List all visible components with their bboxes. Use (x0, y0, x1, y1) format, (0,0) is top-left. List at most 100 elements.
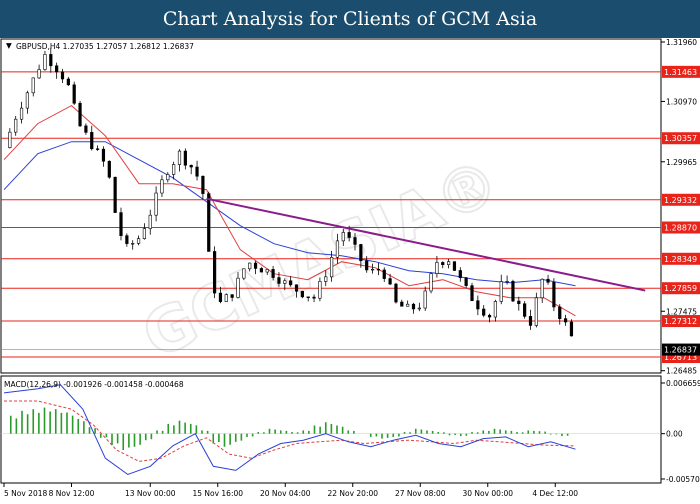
candle-body (148, 214, 152, 229)
candle-body (318, 281, 322, 299)
time-tick-label: 30 Nov 00:00 (462, 489, 513, 498)
candle-body (277, 277, 281, 284)
candle-body (25, 92, 30, 109)
level-tag: 1.29332 (662, 193, 700, 206)
chart-window[interactable]: GCMASIA® 1.314631.303571.293321.288701.2… (0, 38, 700, 500)
candle-body (213, 251, 217, 294)
price-panel[interactable] (0, 38, 662, 374)
candle-body (558, 306, 562, 319)
candle (452, 261, 457, 271)
candle-body (142, 228, 147, 239)
current-price-tag: 1.26837 (664, 346, 697, 355)
level-tag-label: 1.29332 (664, 196, 697, 205)
candle (242, 268, 246, 281)
candle-body (66, 78, 70, 86)
time-tick-label: 15 Nov 16:00 (192, 489, 243, 498)
candle-body (14, 118, 18, 133)
candle-body (294, 284, 299, 292)
candle-body (96, 148, 100, 150)
candle-body (435, 262, 439, 274)
candle (119, 207, 123, 241)
candle-body (101, 148, 106, 162)
candle-body (476, 300, 480, 310)
level-tag-label: 1.27312 (664, 317, 697, 326)
candle-body (534, 297, 538, 326)
candle-body (84, 125, 88, 133)
candle (300, 290, 304, 299)
candle-body (523, 303, 527, 317)
candle-body (154, 192, 158, 216)
symbol-dropdown-icon[interactable]: ▼ (6, 41, 12, 50)
candle (318, 277, 322, 302)
candle-body (429, 273, 433, 292)
candle-body (177, 150, 182, 165)
candle-body (499, 281, 503, 302)
candle-body (253, 262, 258, 269)
level-tag-label: 1.31463 (664, 68, 697, 77)
macd-tick-label: 0.00 (666, 430, 683, 439)
candle-body (540, 278, 544, 299)
banner-title: Chart Analysis for Clients of GCM Asia (0, 0, 700, 38)
candle-body (160, 179, 164, 194)
candle-body (119, 212, 123, 236)
candle (224, 293, 228, 302)
candle-body (446, 261, 451, 266)
candle-body (271, 269, 275, 278)
candle-body (517, 300, 521, 305)
price-tick-label: 1.27475 (666, 307, 697, 316)
time-tick-label: 5 Nov 2018 (4, 489, 47, 498)
candle (523, 301, 527, 319)
level-tag-label: 1.27859 (664, 284, 697, 293)
candle-body (183, 150, 187, 166)
candle-body (172, 164, 176, 175)
candle-body (242, 268, 246, 279)
time-tick-label: 27 Nov 08:00 (395, 489, 446, 498)
candle-body (376, 268, 381, 271)
candle-body (406, 303, 410, 307)
candle-body (312, 296, 316, 299)
candle (72, 81, 76, 105)
candle-body (300, 290, 304, 298)
candle-body (55, 65, 59, 73)
level-tag-label: 1.28870 (664, 224, 697, 233)
candle-body (394, 283, 398, 303)
candle (470, 282, 474, 302)
candle-body (411, 303, 416, 310)
level-tag: 1.31463 (662, 65, 700, 78)
candle (429, 272, 433, 294)
candle-body (441, 262, 445, 266)
candle (569, 319, 574, 337)
level-tag: 1.28870 (662, 221, 700, 234)
candle-body (458, 270, 462, 279)
candle (113, 176, 117, 213)
candle-body (131, 243, 135, 245)
candle-body (400, 301, 404, 307)
candle-body (528, 316, 533, 326)
candle-body (546, 278, 550, 283)
candle-body (306, 296, 310, 298)
candle-body (359, 244, 363, 262)
candle-body (569, 321, 574, 337)
candle-body (125, 235, 129, 244)
candle-body (43, 54, 47, 70)
candle-body (136, 238, 141, 244)
candle-body (37, 69, 41, 79)
candle (552, 278, 556, 312)
candle-body (224, 294, 228, 302)
time-tick-label: 13 Nov 00:00 (125, 489, 176, 498)
candle-body (107, 160, 111, 178)
price-tick-label: 1.31960 (666, 38, 697, 47)
candle-body (347, 232, 351, 238)
candle-body (464, 277, 468, 286)
candle-body (60, 71, 65, 80)
time-tick-label: 8 Nov 12:00 (49, 489, 95, 498)
candle-body (388, 278, 392, 285)
candle-body (31, 77, 35, 94)
candle-body (417, 307, 421, 310)
candle-body (470, 285, 474, 302)
candle-body (423, 290, 427, 309)
level-tag: 1.27859 (662, 282, 700, 295)
candle-body (493, 301, 498, 318)
candle-body (230, 294, 234, 298)
macd-tick-label: -0.005707 (666, 475, 700, 484)
